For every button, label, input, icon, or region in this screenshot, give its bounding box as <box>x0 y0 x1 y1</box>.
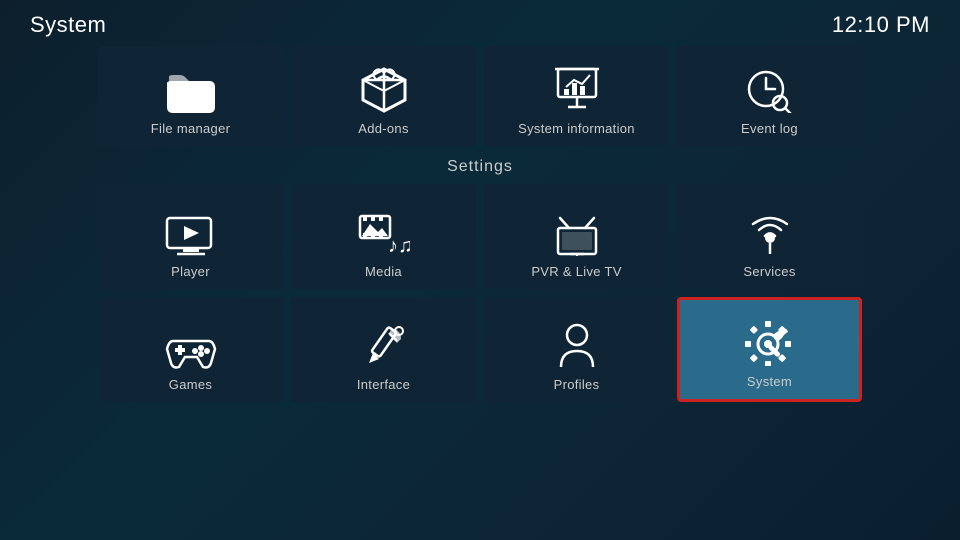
tile-system-information[interactable]: System information <box>484 46 669 146</box>
tile-player[interactable]: Player <box>98 184 283 289</box>
tile-games-label: Games <box>169 377 212 392</box>
top-tiles-row: File manager Add-ons <box>0 46 960 146</box>
tile-file-manager[interactable]: File manager <box>98 46 283 146</box>
tile-event-log-label: Event log <box>741 121 798 136</box>
tile-add-ons-label: Add-ons <box>358 121 409 136</box>
svg-text:♪♫: ♪♫ <box>388 235 410 256</box>
tile-services-label: Services <box>743 264 795 279</box>
clock: 12:10 PM <box>832 12 930 38</box>
settings-row-2: Games Interface <box>0 297 960 402</box>
settings-row-1: Player ♪♫ Media <box>0 184 960 289</box>
gear-settings-icon <box>744 320 796 366</box>
tile-system[interactable]: System <box>677 297 862 402</box>
wifi-broadcast-icon <box>747 210 793 256</box>
player-icon <box>165 216 217 256</box>
clock-search-icon <box>746 69 794 113</box>
gamepad-icon <box>165 329 217 369</box>
tile-file-manager-label: File manager <box>151 121 230 136</box>
media-icon: ♪♫ <box>358 214 410 256</box>
settings-section-label: Settings <box>0 158 960 176</box>
tile-event-log[interactable]: Event log <box>677 46 862 146</box>
presentation-icon <box>554 67 600 113</box>
tile-media[interactable]: ♪♫ Media <box>291 184 476 289</box>
tile-interface[interactable]: Interface <box>291 297 476 402</box>
tile-profiles-label: Profiles <box>554 377 600 392</box>
person-icon <box>557 323 597 369</box>
box-icon <box>361 67 407 113</box>
tile-system-information-label: System information <box>518 121 635 136</box>
tv-antenna-icon <box>552 216 602 256</box>
page-title: System <box>30 12 106 38</box>
header: System 12:10 PM <box>0 0 960 46</box>
interface-icon <box>361 325 407 369</box>
tile-interface-label: Interface <box>357 377 410 392</box>
tile-player-label: Player <box>171 264 210 279</box>
tile-media-label: Media <box>365 264 402 279</box>
tile-system-label: System <box>747 374 792 389</box>
tile-pvr-live-tv[interactable]: PVR & Live TV <box>484 184 669 289</box>
folder-icon <box>165 69 217 113</box>
tile-games[interactable]: Games <box>98 297 283 402</box>
tile-add-ons[interactable]: Add-ons <box>291 46 476 146</box>
tile-pvr-live-tv-label: PVR & Live TV <box>531 264 621 279</box>
tile-profiles[interactable]: Profiles <box>484 297 669 402</box>
tile-services[interactable]: Services <box>677 184 862 289</box>
